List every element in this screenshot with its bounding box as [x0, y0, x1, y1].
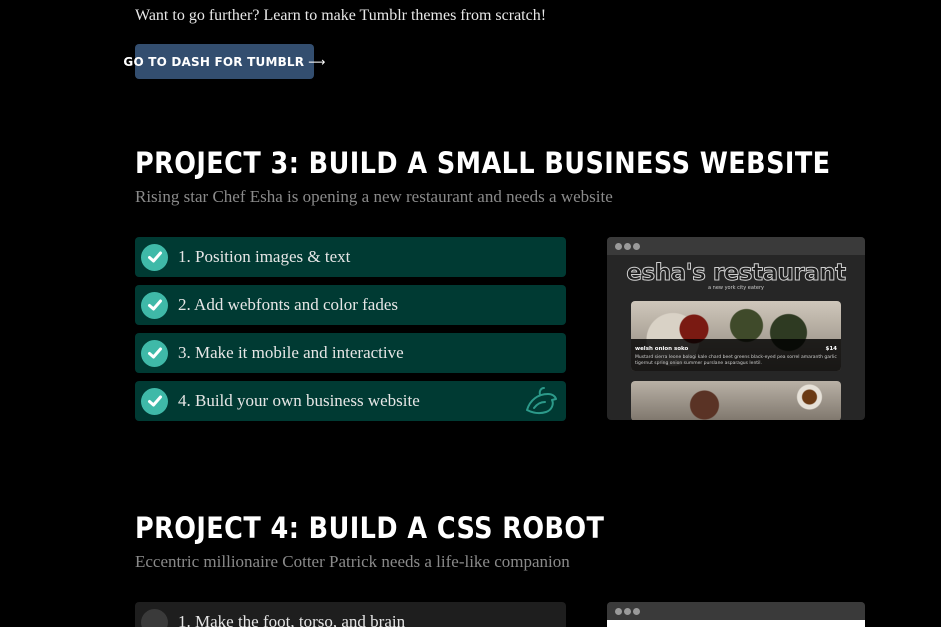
window-dot-icon [633, 607, 640, 615]
go-to-dash-button[interactable]: GO TO DASH FOR TUMBLR ⟶ [123, 44, 325, 79]
project-3-step-4[interactable]: 4. Build your own business website [135, 381, 566, 421]
project-4-subtitle: Eccentric millionaire Cotter Patrick nee… [135, 552, 570, 571]
step-label: 2. Add webfonts and color fades [178, 295, 399, 314]
preview-titlebar [607, 602, 865, 620]
step-label: 4. Build your own business website [178, 391, 420, 410]
step-label: 1. Make the foot, torso, and brain [178, 612, 406, 627]
checkmark-icon [141, 243, 168, 271]
checkmark-icon [141, 291, 168, 319]
checkmark-icon [141, 339, 168, 367]
intro-text: Want to go further? Learn to make Tumblr… [135, 7, 547, 24]
restaurant-site-preview: esha's restaurant a new york city eatery… [607, 237, 865, 420]
preview-dish-name: welsh onion soko [635, 346, 689, 352]
window-dot-icon [624, 242, 631, 250]
checkmark-icon [141, 387, 168, 415]
preview-food-card: welsh onion soko $14 Mustard sierra leon… [631, 301, 841, 371]
preview-food-card-2 [631, 381, 841, 420]
window-dot-icon [615, 607, 622, 615]
step-label: 1. Position images & text [178, 247, 351, 266]
project-3-title: PROJECT 3: BUILD A SMALL BUSINESS WEBSIT… [135, 146, 831, 180]
robot-preview [607, 602, 865, 627]
bird-icon [526, 387, 557, 415]
incomplete-circle-icon [141, 608, 168, 627]
preview-titlebar [607, 237, 865, 255]
preview-site-name: esha's restaurant [626, 260, 847, 286]
step-label: 3. Make it mobile and interactive [178, 343, 404, 362]
arrow-right-icon: ⟶ [308, 54, 326, 69]
preview-dish-description: Mustard sierra leone bologi kale chard b… [635, 355, 837, 366]
project-3-step-1[interactable]: 1. Position images & text [135, 237, 566, 277]
project-3-step-2[interactable]: 2. Add webfonts and color fades [135, 285, 566, 325]
preview-dish-price: $14 [825, 346, 837, 352]
dash-button-label: GO TO DASH FOR TUMBLR [123, 54, 305, 69]
project-4-title: PROJECT 4: BUILD A CSS ROBOT [135, 511, 605, 545]
project-3-subtitle: Rising star Chef Esha is opening a new r… [135, 187, 613, 206]
robot-preview-screen [607, 620, 865, 627]
window-dot-icon [633, 242, 640, 250]
window-dot-icon [624, 607, 631, 615]
project-4-step-1[interactable]: 1. Make the foot, torso, and brain [135, 602, 566, 627]
project-3-step-3[interactable]: 3. Make it mobile and interactive [135, 333, 566, 373]
window-dot-icon [615, 242, 622, 250]
